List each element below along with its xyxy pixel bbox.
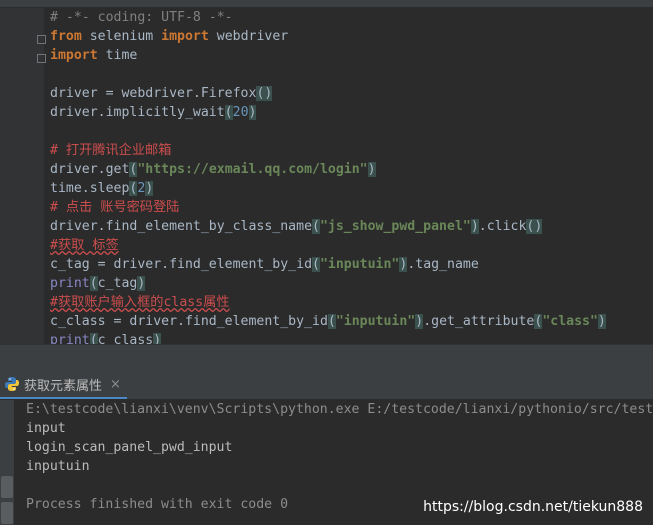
code-line: # 点击 账号密码登陆 (50, 198, 653, 217)
code-editor[interactable]: # -*- coding: UTF-8 -*- from selenium imp… (50, 8, 653, 344)
code-token: ) (137, 276, 146, 291)
code-token: "inputuin" (335, 314, 416, 329)
code-token: import (161, 29, 209, 44)
code-token: import (50, 48, 98, 63)
code-token: c_class (97, 333, 154, 344)
console-toolbar (0, 400, 14, 525)
code-token: webdriver (208, 29, 289, 44)
close-tab-icon[interactable]: × (110, 377, 121, 392)
code-token: "https://exmail.qq.com/login" (137, 162, 368, 177)
code-token: () (526, 219, 543, 234)
code-token: #获取 标签 (50, 238, 119, 253)
watermark: https://blog.csdn.net/tiekun888 (423, 499, 643, 515)
code-token: () (256, 86, 273, 101)
code-token: driver.get (50, 162, 130, 177)
code-token: print (50, 333, 90, 344)
console-output-line: inputuin (26, 459, 90, 474)
code-token: "class" (542, 314, 598, 329)
code-line: c_class = driver.find_element_by_id("inp… (50, 312, 653, 331)
code-token: driver.implicitly_wait (50, 105, 225, 120)
python-icon (5, 377, 19, 391)
code-line: # -*- coding: UTF-8 -*- (50, 8, 653, 27)
code-token: ) (415, 314, 424, 329)
code-token: ( (224, 105, 233, 120)
code-token: ( (327, 314, 336, 329)
run-tool-window-header: 获取元素属性 × (0, 371, 653, 400)
code-line: #获取 标签 (50, 236, 653, 255)
code-token: time (97, 48, 138, 63)
code-line: driver.find_element_by_class_name("js_sh… (50, 217, 653, 236)
code-token: # 打开腾讯企业邮箱 (50, 143, 172, 158)
editor-tab-strip (0, 0, 653, 8)
code-line: time.sleep(2) (50, 179, 653, 198)
code-line: print(c_tag) (50, 274, 653, 293)
scroll-to-end-button[interactable] (1, 476, 13, 498)
code-line: driver.implicitly_wait(20) (50, 103, 653, 122)
console-command-line: E:\testcode\lianxi\venv\Scripts\python.e… (26, 402, 653, 417)
fold-marker-icon[interactable] (37, 54, 46, 63)
run-tab-label: 获取元素属性 (24, 378, 103, 394)
code-line: from selenium import webdriver (50, 27, 653, 46)
code-token: ( (89, 333, 98, 344)
code-line: driver = webdriver.Firefox() (50, 84, 653, 103)
code-token: print (50, 276, 90, 291)
code-token: driver = webdriver.Firefox (50, 86, 257, 101)
code-token: c_class = driver.find_element_by_id (50, 314, 328, 329)
editor-console-divider (0, 344, 653, 371)
code-line: driver.get("https://exmail.qq.com/login"… (50, 160, 653, 179)
code-token: driver.find_element_by_class_name (50, 219, 313, 234)
code-token: time.sleep (50, 181, 130, 196)
code-line: import time (50, 46, 653, 65)
code-token: c_tag (97, 276, 138, 291)
code-token: ) (145, 181, 154, 196)
code-token: # 点击 账号密码登陆 (50, 200, 180, 215)
console-output-line: input (26, 421, 66, 436)
code-token: # -*- coding: UTF-8 -*- (50, 10, 233, 25)
code-token: ( (312, 257, 320, 272)
code-token: ) (470, 219, 479, 234)
code-token: ( (312, 219, 320, 234)
code-token: 20 (232, 105, 249, 120)
code-token: ) (248, 105, 257, 120)
code-line: c_tag = driver.find_element_by_id("input… (50, 255, 653, 274)
code-line: #获取账户输入框的class属性 (50, 293, 653, 312)
code-token: ) (597, 314, 606, 329)
console-output-line: login_scan_panel_pwd_input (26, 440, 233, 455)
code-token: ( (89, 276, 98, 291)
code-token: .tag_name (407, 257, 479, 272)
print-button[interactable] (1, 502, 13, 524)
code-token: c_tag = driver.find_element_by_id (50, 257, 313, 272)
code-token: ) (153, 333, 162, 344)
code-token: #获取账户输入框的class属性 (50, 295, 230, 310)
code-line: # 打开腾讯企业邮箱 (50, 141, 653, 160)
code-token: from (50, 29, 82, 44)
editor-gutter (0, 8, 46, 344)
code-token: "inputuin" (319, 257, 400, 272)
code-token: .click (478, 219, 527, 234)
code-token: selenium (81, 29, 162, 44)
fold-marker-icon[interactable] (37, 35, 46, 44)
code-token: "js_show_pwd_panel" (319, 219, 471, 234)
code-token: .get_attribute (423, 314, 535, 329)
run-tab[interactable]: 获取元素属性 × (0, 371, 127, 399)
code-token: ) (367, 162, 376, 177)
code-line: print(c_class) (50, 331, 653, 344)
